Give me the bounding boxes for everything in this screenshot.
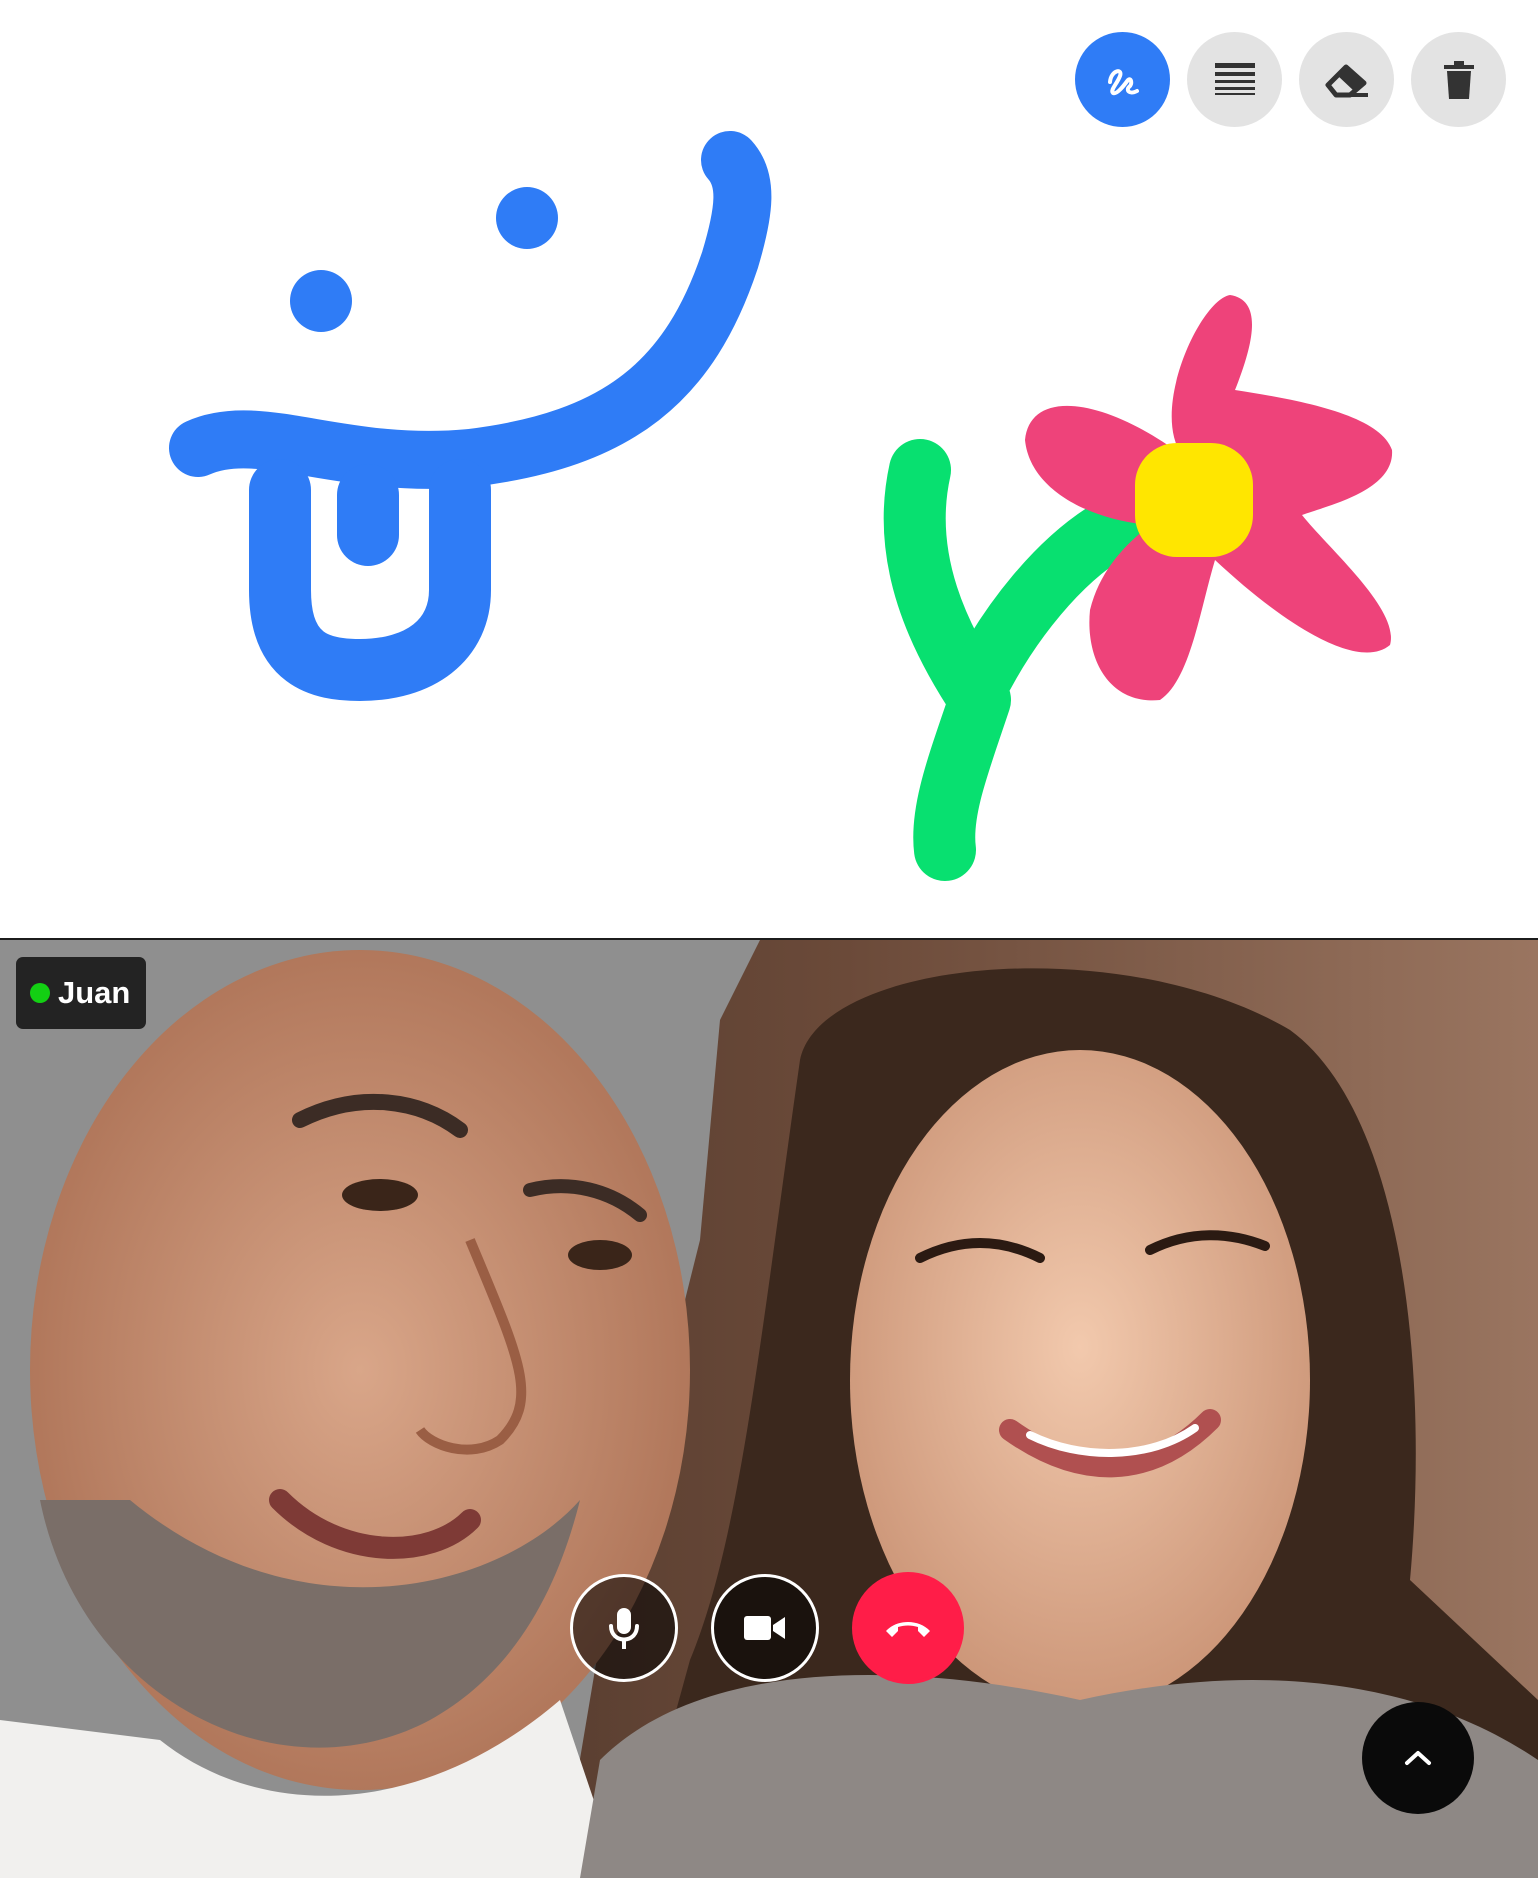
eraser-icon [1325, 64, 1368, 97]
canvas-drawing [169, 131, 1393, 881]
smiley-face-drawing [169, 131, 772, 701]
video-camera-icon [744, 1616, 785, 1640]
participant-name: Juan [58, 975, 131, 1010]
chevron-up-icon [1405, 1751, 1431, 1765]
microphone-icon [609, 1608, 639, 1649]
video-frame-image [0, 940, 1538, 1878]
stroke-width-button[interactable] [1187, 32, 1282, 127]
phone-hangup-icon [886, 1622, 930, 1637]
drawing-toolbar [1075, 32, 1506, 127]
drawing-canvas[interactable] [0, 0, 1538, 938]
eraser-button[interactable] [1299, 32, 1394, 127]
end-call-button[interactable] [852, 1572, 964, 1684]
participant-name-tag: Juan [16, 957, 147, 1029]
video-feed: Juan [0, 940, 1538, 1878]
pen-scribble-icon [1107, 68, 1139, 95]
flower-drawing [883, 295, 1393, 881]
mute-microphone-button[interactable] [570, 1574, 678, 1682]
toggle-camera-button[interactable] [711, 1574, 819, 1682]
delete-button[interactable] [1411, 32, 1506, 127]
pen-tool-button[interactable] [1075, 32, 1170, 127]
call-controls [570, 1572, 964, 1684]
expand-panel-button[interactable] [1362, 1702, 1474, 1814]
stroke-width-icon [1214, 62, 1255, 95]
trash-icon [1443, 60, 1474, 99]
online-status-dot [30, 983, 50, 1003]
